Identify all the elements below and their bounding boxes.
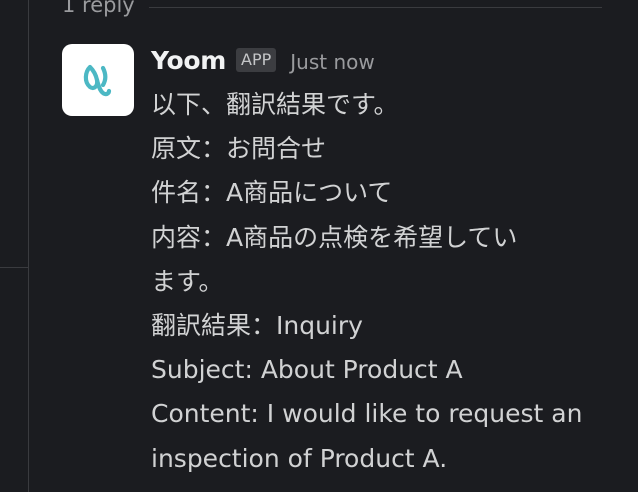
message-line: Subject: About Product A — [151, 355, 463, 385]
message-text: 以下、翻訳結果です。 原文：お問合せ 件名：A商品について 内容：A商品の点検を… — [151, 83, 621, 481]
yoom-logo-icon — [83, 64, 112, 97]
reply-separator: 1 reply — [62, 0, 602, 20]
reply-count[interactable]: 1 reply — [62, 0, 135, 17]
message-line: 原文：お問合せ — [151, 134, 327, 164]
thread-gutter — [0, 0, 30, 492]
thread-line — [28, 0, 29, 492]
message-line: inspection of Product A. — [151, 443, 448, 473]
message-line: ます。 — [151, 266, 224, 296]
sender-name[interactable]: Yoom — [151, 46, 226, 75]
message-line: Content: I would like to request an — [151, 399, 583, 429]
message-line: 以下、翻訳結果です。 — [151, 90, 399, 119]
reply-divider — [148, 6, 602, 8]
message: Yoom APP Just now 以下、翻訳結果です。 原文：お問合せ 件名：… — [151, 40, 621, 481]
message-line: 件名：A商品について — [151, 178, 393, 208]
message-header: Yoom APP Just now — [151, 40, 621, 80]
app-badge: APP — [236, 48, 277, 72]
message-line: 翻訳結果：Inquiry — [151, 311, 363, 341]
avatar[interactable] — [62, 44, 134, 116]
timestamp[interactable]: Just now — [290, 50, 374, 74]
message-line: 内容：A商品の点検を希望してい — [151, 222, 518, 252]
thread-connector — [0, 267, 28, 268]
